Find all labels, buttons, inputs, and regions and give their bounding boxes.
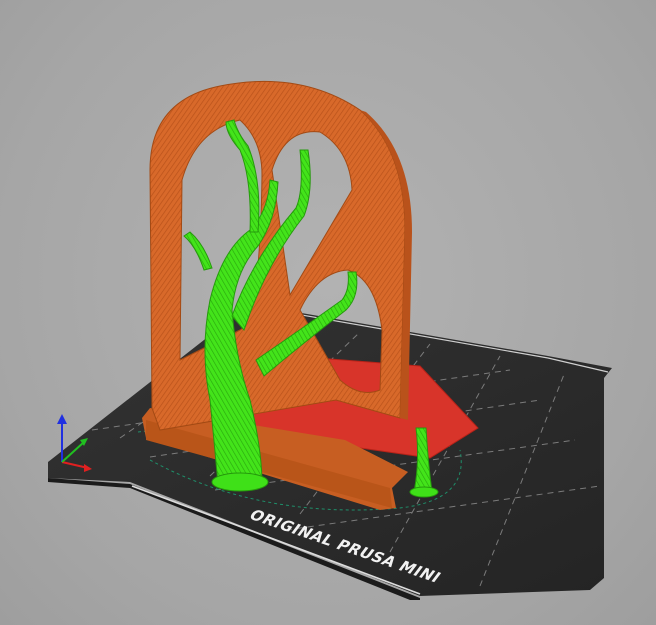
scene-canvas[interactable]: ORIGINAL PRUSA MINI: [0, 0, 656, 625]
support-foot-left: [211, 472, 269, 492]
3d-viewport[interactable]: ORIGINAL PRUSA MINI: [0, 0, 656, 625]
support-foot-right: [409, 486, 439, 498]
